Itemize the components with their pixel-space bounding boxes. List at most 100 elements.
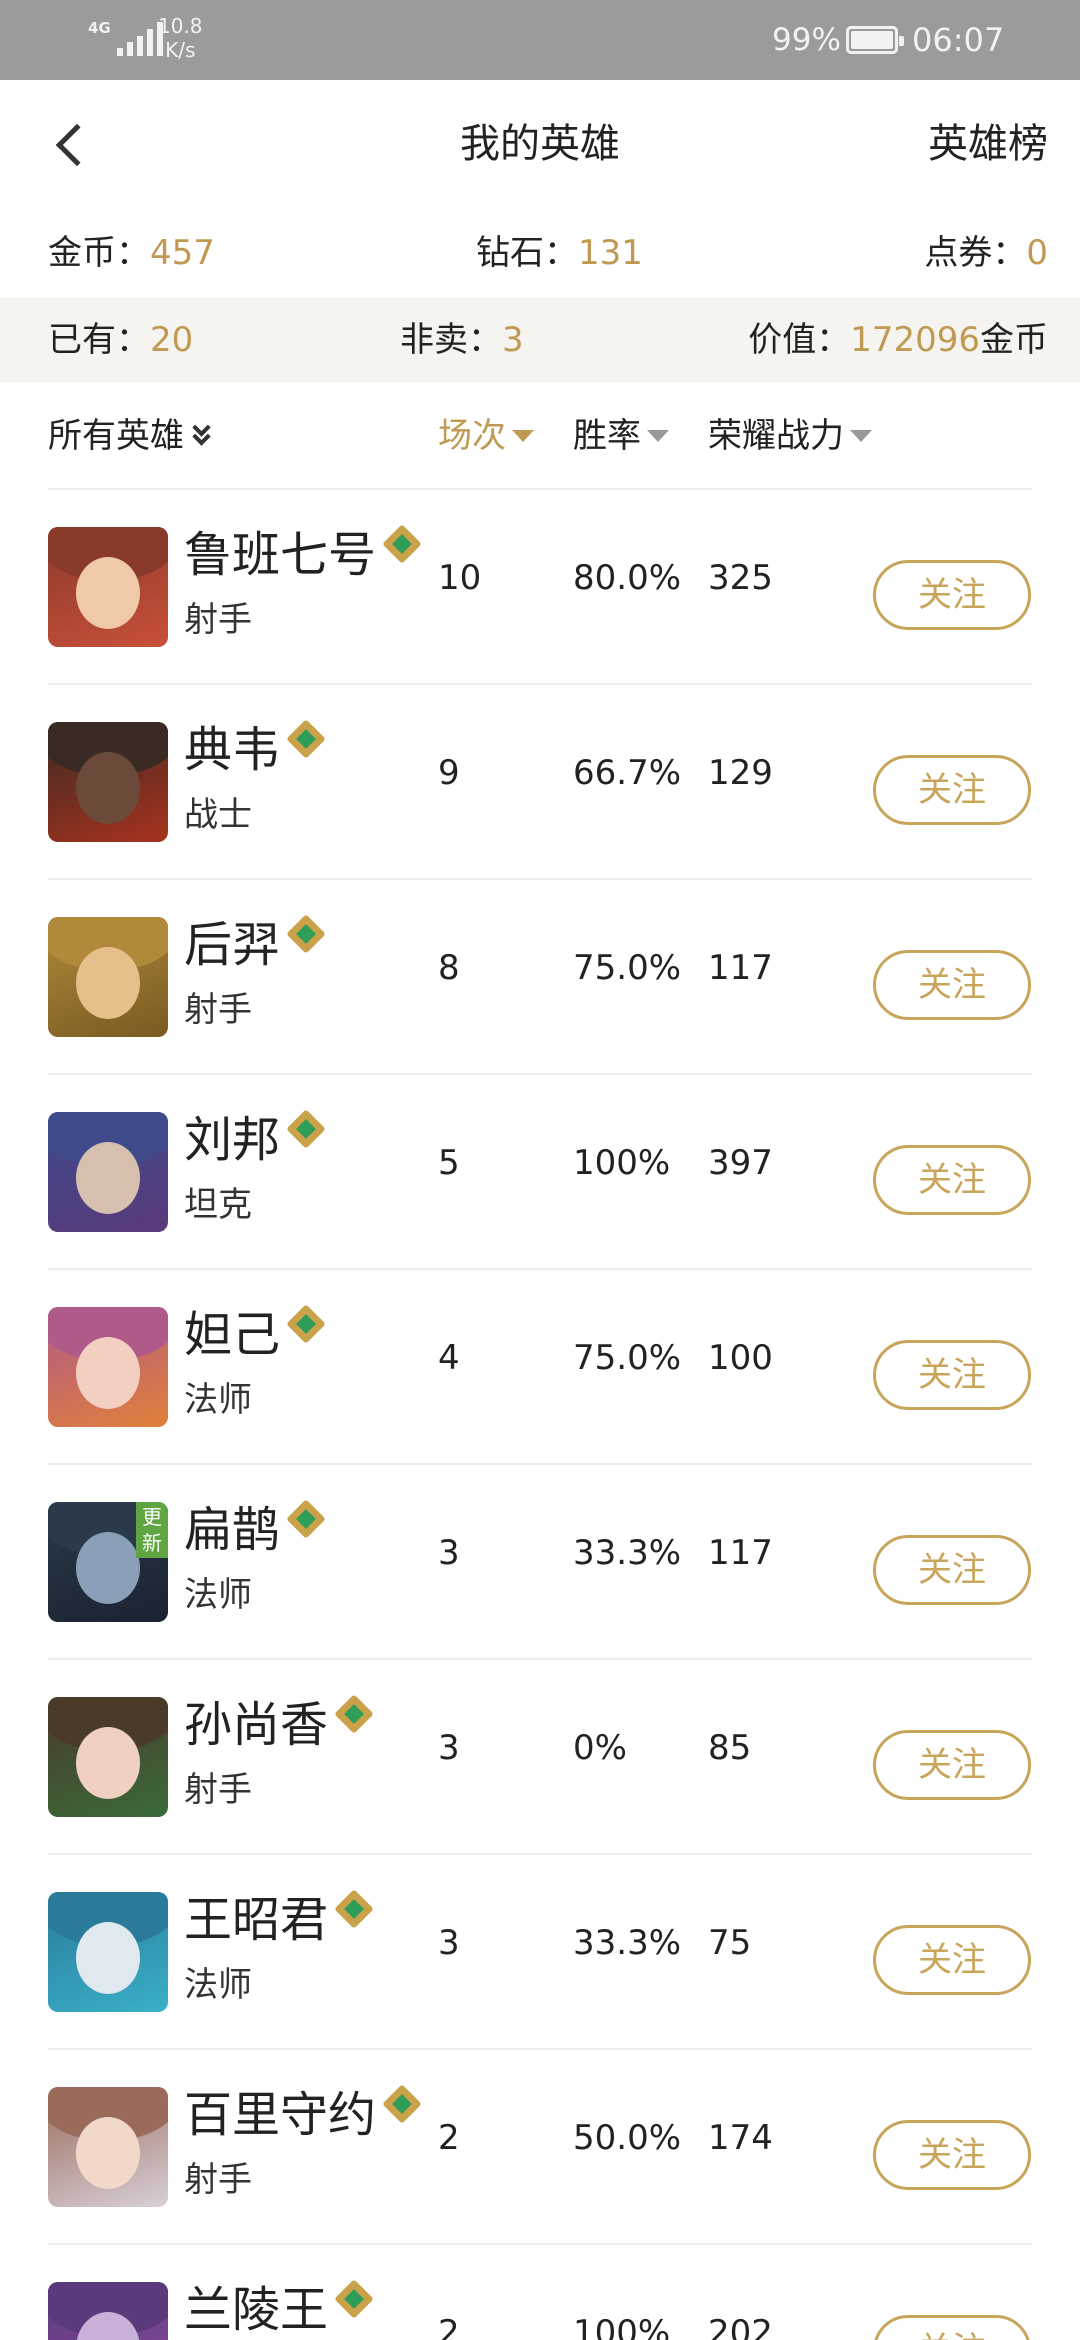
gem-icon — [286, 1109, 326, 1149]
hero-matches: 8 — [438, 948, 460, 988]
hero-win-rate: 33.3% — [573, 1533, 682, 1573]
gem-icon — [334, 1889, 374, 1929]
hero-role: 射手 — [184, 600, 252, 640]
hero-matches: 2 — [438, 2118, 460, 2158]
hero-row[interactable]: 鲁班七号 射手 10 80.0% 325 关注 — [0, 490, 1080, 685]
hero-role: 战士 — [184, 795, 252, 835]
hero-power: 117 — [708, 1533, 773, 1573]
hero-avatar[interactable]: 更新 — [48, 1502, 168, 1622]
sort-by-matches[interactable]: 场次 — [438, 382, 534, 490]
hero-name: 百里守约 — [184, 2087, 377, 2143]
hero-summary: 已有：20 非卖：3 价值：172096金币 — [0, 298, 1080, 382]
hero-matches: 2 — [438, 2313, 460, 2340]
hero-power: 202 — [708, 2313, 773, 2340]
sort-bar: 所有英雄 场次 胜率 荣耀战力 — [0, 382, 1080, 490]
hero-matches: 3 — [438, 1728, 460, 1768]
hero-matches: 10 — [438, 558, 482, 598]
follow-button[interactable]: 关注 — [873, 1730, 1031, 1800]
hero-avatar[interactable] — [48, 1892, 168, 2012]
status-bar: 4G 10.8 K/s 99% 06:07 — [0, 0, 1080, 80]
avatar-face — [76, 1532, 140, 1604]
hero-name: 典韦 — [184, 722, 281, 778]
hero-name: 孙尚香 — [184, 1697, 329, 1753]
hero-win-rate: 66.7% — [573, 753, 682, 793]
follow-button[interactable]: 关注 — [873, 1925, 1031, 1995]
hero-avatar[interactable] — [48, 2087, 168, 2207]
gem-icon — [286, 1304, 326, 1344]
hero-win-rate: 80.0% — [573, 558, 682, 598]
hero-role: 射手 — [184, 2160, 252, 2200]
hero-avatar[interactable] — [48, 917, 168, 1037]
hero-name: 王昭君 — [184, 1892, 329, 1948]
sort-caret-icon — [512, 430, 534, 442]
sort-by-win-rate[interactable]: 胜率 — [573, 382, 669, 490]
battery-icon — [846, 26, 904, 54]
follow-button[interactable]: 关注 — [873, 950, 1031, 1020]
hero-row[interactable]: 王昭君 法师 3 33.3% 75 关注 — [0, 1855, 1080, 2050]
hero-row[interactable]: 兰陵王 刺客 2 100% 202 关注 — [0, 2245, 1080, 2340]
hero-power: 85 — [708, 1728, 752, 1768]
follow-button[interactable]: 关注 — [873, 1145, 1031, 1215]
hero-power: 100 — [708, 1338, 773, 1378]
hero-role: 射手 — [184, 990, 252, 1030]
currency-row: 金币：457 钻石：131 点券：0 — [0, 208, 1080, 298]
clock: 06:07 — [912, 21, 1005, 59]
follow-button[interactable]: 关注 — [873, 560, 1031, 630]
hero-avatar[interactable] — [48, 2282, 168, 2340]
hero-power: 325 — [708, 558, 773, 598]
follow-button[interactable]: 关注 — [873, 1340, 1031, 1410]
gold-balance: 金币：457 — [48, 233, 215, 273]
coupon-balance: 点券：0 — [924, 233, 1048, 273]
hero-avatar[interactable] — [48, 1697, 168, 1817]
gem-icon — [334, 2279, 374, 2319]
hero-name: 扁鹊 — [184, 1502, 281, 1558]
gem-icon — [286, 1499, 326, 1539]
hero-role: 坦克 — [184, 1185, 252, 1225]
signal-icon: 4G — [88, 20, 163, 56]
hero-avatar[interactable] — [48, 1112, 168, 1232]
avatar-face — [76, 947, 140, 1019]
hero-win-rate: 33.3% — [573, 1923, 682, 1963]
hero-role: 射手 — [184, 1770, 252, 1810]
gem-icon — [382, 524, 422, 564]
hero-avatar[interactable] — [48, 527, 168, 647]
hero-power: 397 — [708, 1143, 773, 1183]
hero-row[interactable]: 妲己 法师 4 75.0% 100 关注 — [0, 1270, 1080, 1465]
hero-power: 117 — [708, 948, 773, 988]
avatar-face — [76, 752, 140, 824]
hero-avatar[interactable] — [48, 722, 168, 842]
follow-button[interactable]: 关注 — [873, 2315, 1031, 2340]
hero-row[interactable]: 刘邦 坦克 5 100% 397 关注 — [0, 1075, 1080, 1270]
hero-name: 兰陵王 — [184, 2282, 329, 2338]
network-speed: 10.8 K/s — [158, 14, 203, 62]
hero-power: 129 — [708, 753, 773, 793]
hero-role: 法师 — [184, 1575, 252, 1615]
hero-win-rate: 0% — [573, 1728, 627, 1768]
gem-icon — [286, 719, 326, 759]
hero-row[interactable]: 孙尚香 射手 3 0% 85 关注 — [0, 1660, 1080, 1855]
updated-badge: 更新 — [136, 1502, 168, 1558]
avatar-face — [76, 2117, 140, 2189]
network-type: 4G — [88, 19, 111, 37]
gem-icon — [286, 914, 326, 954]
follow-button[interactable]: 关注 — [873, 2120, 1031, 2190]
hero-row[interactable]: 后羿 射手 8 75.0% 117 关注 — [0, 880, 1080, 1075]
hero-matches: 5 — [438, 1143, 460, 1183]
hero-avatar[interactable] — [48, 1307, 168, 1427]
hero-win-rate: 75.0% — [573, 1338, 682, 1378]
sort-by-power[interactable]: 荣耀战力 — [708, 382, 872, 490]
hero-matches: 3 — [438, 1923, 460, 1963]
follow-button[interactable]: 关注 — [873, 1535, 1031, 1605]
hero-row[interactable]: 更新 扁鹊 法师 3 33.3% 117 关注 — [0, 1465, 1080, 1660]
avatar-face — [76, 1727, 140, 1799]
hero-filter-dropdown[interactable]: 所有英雄 — [48, 382, 214, 490]
hero-ranking-link[interactable]: 英雄榜 — [928, 120, 1048, 168]
hero-row[interactable]: 百里守约 射手 2 50.0% 174 关注 — [0, 2050, 1080, 2245]
not-for-sale-count: 非卖：3 — [400, 320, 524, 360]
follow-button[interactable]: 关注 — [873, 755, 1031, 825]
hero-row[interactable]: 典韦 战士 9 66.7% 129 关注 — [0, 685, 1080, 880]
hero-win-rate: 75.0% — [573, 948, 682, 988]
hero-matches: 4 — [438, 1338, 460, 1378]
sort-caret-icon — [850, 430, 872, 442]
hero-name: 刘邦 — [184, 1112, 281, 1168]
